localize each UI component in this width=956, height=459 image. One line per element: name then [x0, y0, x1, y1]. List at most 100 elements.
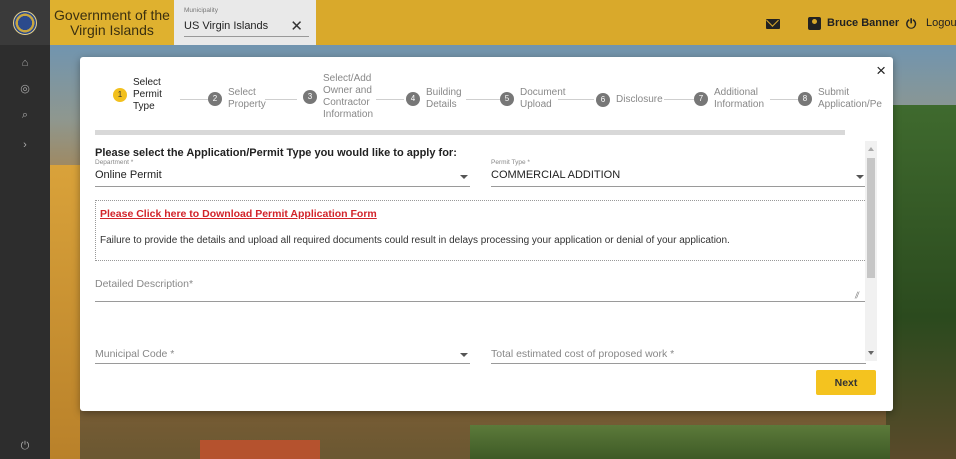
- scroll-up-icon[interactable]: [868, 147, 874, 151]
- step-label-line: Type: [133, 101, 155, 112]
- power-icon[interactable]: ⏻: [17, 438, 33, 454]
- step-label-line: Document: [520, 87, 566, 98]
- step-number: 3: [303, 90, 317, 104]
- step-document-upload[interactable]: 5 Document Upload: [500, 87, 566, 111]
- step-label-line: Select/Add: [323, 73, 372, 84]
- content-scrollbar[interactable]: [865, 141, 877, 361]
- step-building-details[interactable]: 4 Building Details: [406, 87, 462, 111]
- scenery-building: [50, 165, 80, 459]
- step-label-line: Disclosure: [616, 94, 663, 105]
- step-connector: [770, 99, 798, 100]
- download-form-link[interactable]: Please Click here to Download Permit App…: [100, 208, 377, 220]
- step-number: 8: [798, 92, 812, 106]
- step-connector: [664, 99, 694, 100]
- chevron-down-icon[interactable]: [460, 353, 468, 357]
- step-select-permit-type[interactable]: 1 Select Permit Type: [113, 77, 162, 113]
- app-title-line1: Government of the: [54, 7, 170, 23]
- wizard-step-content: Please select the Application/Permit Typ…: [80, 141, 880, 371]
- notice-box: Please Click here to Download Permit App…: [95, 200, 867, 261]
- wizard-stepper: 1 Select Permit Type 2 Select Property 3…: [80, 57, 893, 127]
- step-connector: [265, 99, 297, 100]
- step-number: 5: [500, 92, 514, 106]
- chevron-down-icon[interactable]: [856, 175, 864, 179]
- resize-handle-icon[interactable]: ⁄⁄: [855, 290, 860, 300]
- step-label: Building Details: [426, 87, 462, 111]
- warning-text: Failure to provide the details and uploa…: [100, 235, 730, 246]
- step-additional-information[interactable]: 7 Additional Information: [694, 87, 764, 111]
- seal-logo-icon: [13, 10, 37, 35]
- scroll-thumb[interactable]: [867, 158, 875, 278]
- step-label-line: Contractor: [323, 97, 370, 108]
- municipality-value: US Virgin Islands: [184, 20, 269, 32]
- mail-icon[interactable]: [766, 19, 780, 29]
- step-owner-contractor[interactable]: 3 Select/Add Owner and Contractor Inform…: [303, 73, 373, 121]
- step-number: 1: [113, 88, 127, 102]
- wizard-progress-bar: [95, 130, 845, 135]
- step-label-line: Information: [323, 109, 374, 120]
- scenery-foliage: [470, 425, 890, 459]
- step-number: 7: [694, 92, 708, 106]
- app-title-line2: Virgin Islands: [70, 22, 154, 38]
- municipal-code-underline: [95, 363, 470, 364]
- step-label-line: Select: [228, 87, 256, 98]
- chevron-down-icon[interactable]: [460, 175, 468, 179]
- estimated-cost-input[interactable]: Total estimated cost of proposed work *: [491, 348, 674, 360]
- step-label-line: Permit: [133, 89, 162, 100]
- step-label-line: Details: [426, 99, 457, 110]
- step-label: Select Property: [228, 87, 266, 111]
- side-rail: ⌂ ◎ ⌕ › ⏻: [0, 45, 50, 459]
- power-icon[interactable]: ⏻: [906, 16, 916, 32]
- logout-button[interactable]: Logout: [926, 17, 956, 29]
- step-disclosure[interactable]: 6 Disclosure: [596, 93, 663, 107]
- next-button[interactable]: Next: [816, 370, 876, 395]
- scenery-roof: [200, 440, 320, 459]
- step-select-property[interactable]: 2 Select Property: [208, 87, 266, 111]
- chevron-right-icon[interactable]: ›: [17, 137, 33, 153]
- municipality-label: Municipality: [184, 7, 218, 14]
- app-title: Government of the Virgin Islands: [50, 0, 174, 45]
- step-label-line: Select: [133, 77, 161, 88]
- step-label: Additional Information: [714, 87, 764, 111]
- search-icon[interactable]: ⌕: [17, 107, 33, 123]
- scenery-tree: [886, 105, 956, 459]
- user-name[interactable]: Bruce Banner: [827, 17, 899, 29]
- permit-type-heading: Please select the Application/Permit Typ…: [95, 147, 457, 159]
- step-label-line: Additional: [714, 87, 758, 98]
- estimated-cost-underline: [491, 363, 866, 364]
- step-number: 6: [596, 93, 610, 107]
- step-label-line: Owner and: [323, 85, 372, 96]
- step-submit-application[interactable]: 8 Submit Application/Pe: [798, 87, 882, 111]
- step-label: Submit Application/Pe: [818, 87, 882, 111]
- permit-type-underline: [491, 186, 866, 187]
- step-label-line: Submit: [818, 87, 850, 98]
- step-label-line: Property: [228, 99, 266, 110]
- step-label-line: Upload: [520, 99, 552, 110]
- detailed-description-field[interactable]: Detailed Description*: [95, 278, 193, 290]
- permit-type-select[interactable]: COMMERCIAL ADDITION: [491, 169, 620, 181]
- department-underline: [95, 186, 470, 187]
- department-label: Department *: [95, 159, 134, 166]
- permit-type-label: Permit Type *: [491, 159, 530, 166]
- logo[interactable]: [0, 0, 50, 45]
- step-connector: [180, 99, 208, 100]
- step-label-line: Building: [426, 87, 462, 98]
- user-icon[interactable]: [808, 17, 821, 30]
- home-icon[interactable]: ⌂: [17, 55, 33, 71]
- scroll-down-icon[interactable]: [868, 351, 874, 355]
- step-label: Select Permit Type: [133, 77, 162, 113]
- step-connector: [376, 99, 404, 100]
- municipal-code-select[interactable]: Municipal Code *: [95, 348, 174, 360]
- settings-icon[interactable]: ◎: [17, 81, 33, 97]
- municipality-select[interactable]: Municipality US Virgin Islands ✕: [174, 0, 316, 45]
- step-label-line: Information: [714, 99, 765, 110]
- wizard-progress-fill: [95, 130, 845, 135]
- clear-icon[interactable]: ✕: [290, 17, 303, 35]
- step-connector: [466, 99, 502, 100]
- step-label: Disclosure: [616, 94, 663, 106]
- step-label: Document Upload: [520, 87, 566, 111]
- municipality-field[interactable]: US Virgin Islands ✕: [184, 17, 309, 37]
- step-label: Select/Add Owner and Contractor Informat…: [323, 73, 373, 121]
- step-label-line: Application/Pe: [818, 99, 882, 110]
- department-select[interactable]: Online Permit: [95, 169, 162, 181]
- permit-wizard-dialog: × 1 Select Permit Type 2 Select Property…: [80, 57, 893, 411]
